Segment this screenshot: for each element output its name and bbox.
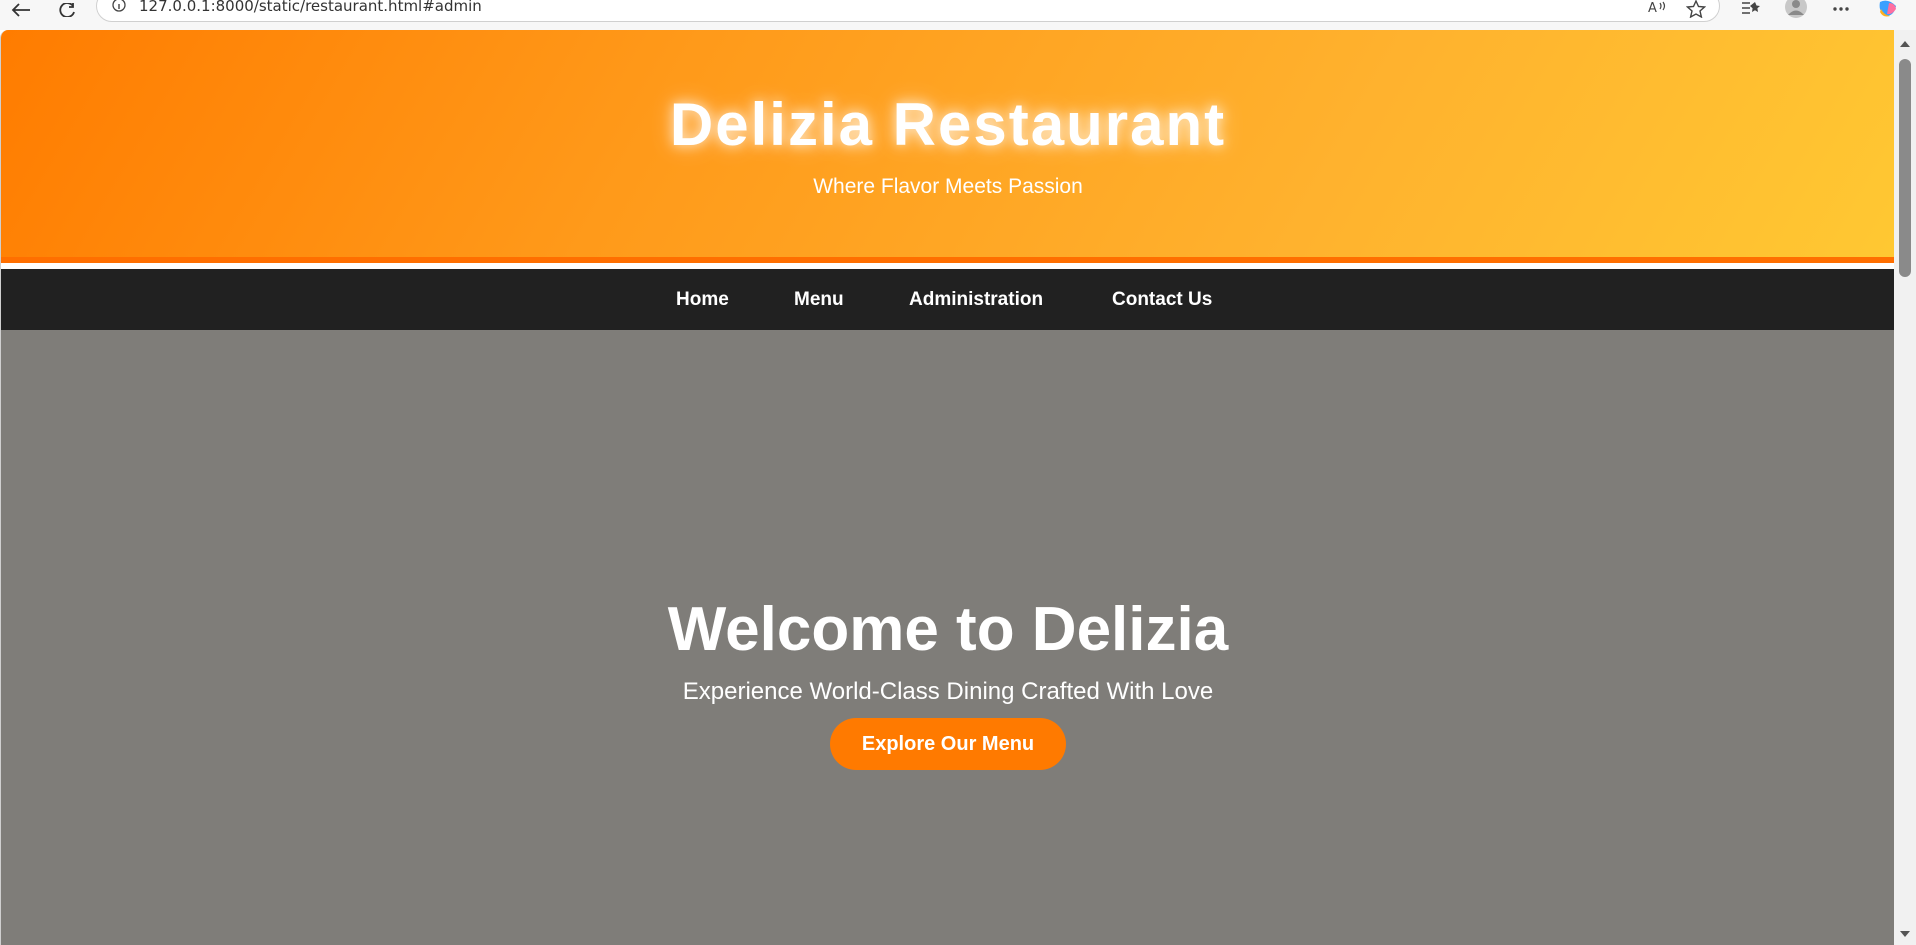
info-icon[interactable] bbox=[110, 0, 128, 14]
nav-home-link[interactable]: Home bbox=[676, 269, 729, 330]
more-icon[interactable] bbox=[1827, 0, 1855, 18]
svg-text:A: A bbox=[1648, 1, 1657, 16]
hero-section: Welcome to Delizia Experience World-Clas… bbox=[1, 330, 1894, 945]
scroll-up-icon[interactable] bbox=[1894, 36, 1916, 52]
nav-contact-link[interactable]: Contact Us bbox=[1112, 269, 1212, 330]
back-icon[interactable] bbox=[6, 0, 36, 20]
scroll-down-icon[interactable] bbox=[1894, 926, 1916, 942]
main-nav: Home Menu Administration Contact Us bbox=[1, 269, 1894, 330]
site-tagline: Where Flavor Meets Passion bbox=[813, 175, 1083, 198]
site-title: Delizia Restaurant bbox=[669, 91, 1227, 158]
nav-administration-link[interactable]: Administration bbox=[909, 269, 1043, 330]
page-viewport: Delizia Restaurant Where Flavor Meets Pa… bbox=[0, 30, 1894, 945]
profile-icon[interactable] bbox=[1782, 0, 1810, 18]
scroll-thumb[interactable] bbox=[1899, 59, 1911, 277]
hero-subtitle: Experience World-Class Dining Crafted Wi… bbox=[682, 678, 1214, 705]
copilot-icon[interactable] bbox=[1874, 0, 1902, 18]
page-scrollbar[interactable] bbox=[1894, 30, 1916, 945]
favorite-star-icon[interactable] bbox=[1682, 0, 1710, 18]
favorites-list-icon[interactable] bbox=[1737, 0, 1765, 18]
read-aloud-icon[interactable]: A bbox=[1644, 0, 1672, 18]
site-header: Delizia Restaurant Where Flavor Meets Pa… bbox=[1, 30, 1894, 263]
url-text[interactable]: 127.0.0.1:8000/static/restaurant.html#ad… bbox=[139, 0, 482, 15]
browser-toolbar: 127.0.0.1:8000/static/restaurant.html#ad… bbox=[0, 0, 1916, 30]
explore-menu-button[interactable]: Explore Our Menu bbox=[830, 718, 1066, 770]
hero-title: Welcome to Delizia bbox=[667, 595, 1229, 664]
nav-menu-link[interactable]: Menu bbox=[794, 269, 844, 330]
refresh-icon[interactable] bbox=[52, 0, 82, 20]
